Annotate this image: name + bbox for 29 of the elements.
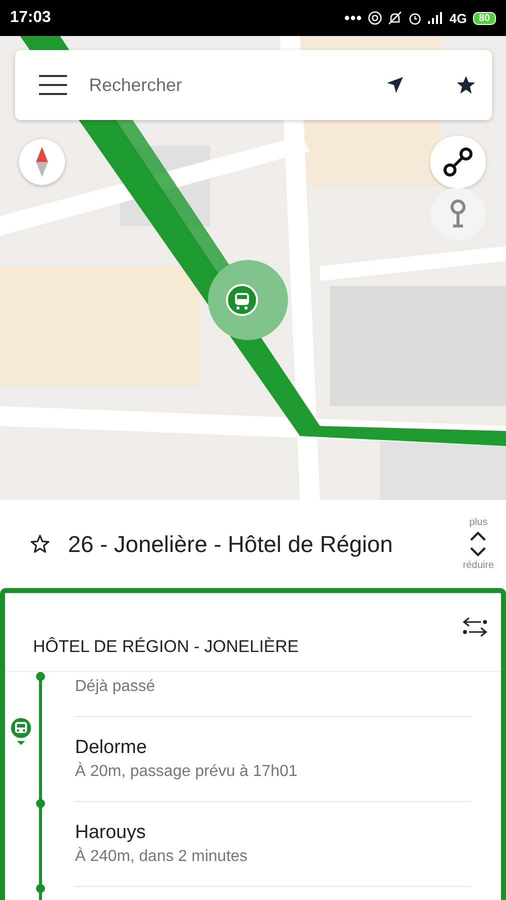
expand-label: plus (469, 517, 488, 528)
muted-bell-icon (388, 11, 402, 25)
direction-title: HÔTEL DE RÉGION - JONELIÈRE (33, 637, 299, 657)
swap-arrows-icon (461, 615, 489, 639)
notification-dots-icon (344, 15, 362, 21)
stop-name: Harouys (75, 822, 147, 844)
star-icon (456, 75, 476, 95)
signal-icon (428, 12, 444, 24)
bus-marker-icon (226, 284, 258, 316)
hotspot-icon (368, 11, 382, 25)
battery-indicator: 80 (472, 12, 496, 24)
menu-icon (39, 74, 67, 96)
star-icon (30, 534, 50, 554)
stop-name: Delorme (75, 737, 148, 759)
favorite-button[interactable] (28, 532, 52, 556)
stop-arrival-info: À 20m, passage prévu à 17h01 (75, 763, 298, 781)
status-time: 17:03 (10, 9, 51, 27)
chevrons-icon (469, 530, 488, 558)
stop-pin-icon (448, 199, 468, 229)
navigation-arrow-icon (386, 76, 404, 94)
collapse-label: réduire (462, 560, 494, 571)
route-icon (442, 146, 474, 178)
compass-icon (35, 147, 49, 177)
alarm-icon (408, 11, 422, 25)
stop-arrival-info: À 240m, dans 2 minutes (75, 848, 249, 866)
network-type: 4G (450, 10, 467, 26)
passed-label: Déjà passé (75, 678, 156, 696)
swap-direction-button[interactable] (461, 615, 489, 639)
line-title: 26 - Jonelière - Hôtel de Région (68, 530, 394, 558)
